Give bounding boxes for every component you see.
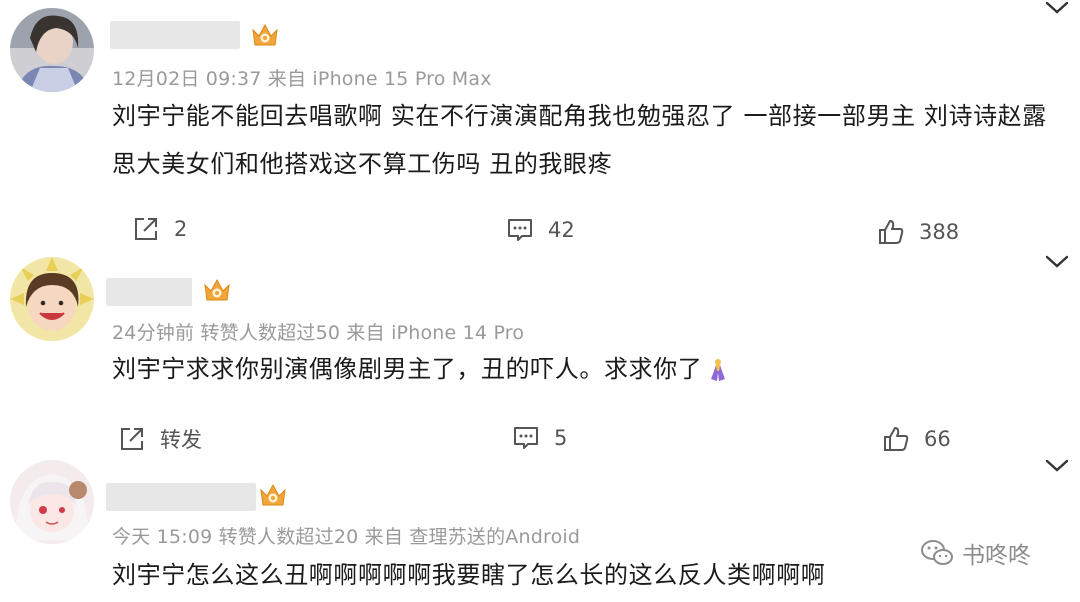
- like-button[interactable]: 388: [877, 218, 959, 246]
- comment-text-line: 刘宇宁怎么这么丑啊啊啊啊啊我要瞎了怎么长的这么反人类啊啊啊: [112, 561, 826, 589]
- like-icon: [884, 427, 909, 451]
- crown-badge-icon: [252, 23, 278, 46]
- username-redacted[interactable]: [106, 278, 192, 306]
- username-redacted[interactable]: [106, 483, 256, 511]
- chevron-down-icon[interactable]: [1044, 254, 1070, 270]
- comment-text: 刘宇宁怎么这么丑啊啊啊啊啊我要瞎了怎么长的这么反人类啊啊啊: [112, 553, 872, 597]
- crown-badge-icon: [260, 483, 286, 506]
- comment-meta: 12月02日 09:37 来自 iPhone 15 Pro Max: [112, 68, 492, 90]
- like-count: 66: [924, 427, 951, 451]
- watermark-label: 书咚咚: [962, 543, 1031, 569]
- comment-count: 42: [548, 218, 575, 242]
- chevron-down-icon[interactable]: [1044, 0, 1070, 16]
- comment-item: 今天 15:09 转赞人数超过20 来自 查理苏送的Android 刘宇宁怎么这…: [0, 452, 1080, 602]
- avatar[interactable]: [10, 257, 94, 341]
- like-button[interactable]: 66: [882, 425, 951, 453]
- share-icon: [135, 218, 157, 240]
- comment-item: 24分钟前 转赞人数超过50 来自 iPhone 14 Pro 刘宇宁求求你别演…: [0, 250, 1080, 460]
- share-icon: [121, 428, 143, 450]
- wechat-icon: [921, 540, 953, 565]
- comment-button[interactable]: 42: [506, 217, 575, 243]
- crown-badge-icon: [204, 278, 230, 301]
- comment-item: 12月02日 09:37 来自 iPhone 15 Pro Max 刘宇宁能不能…: [0, 0, 1080, 250]
- comment-text-line: 思大美女们和他搭戏这不算工伤吗 丑的我眼疼: [112, 150, 613, 178]
- share-count: 2: [174, 217, 188, 241]
- comment-meta: 24分钟前 转赞人数超过50 来自 iPhone 14 Pro: [112, 322, 525, 344]
- comment-text: 刘宇宁能不能回去唱歌啊 实在不行演演配角我也勉强忍了 一部接一部男主 刘诗诗赵露…: [112, 94, 1062, 186]
- comment-text-line: 刘宇宁能不能回去唱歌啊 实在不行演演配角我也勉强忍了 一部接一部男主 刘诗诗赵露: [112, 102, 1047, 130]
- chevron-down-icon[interactable]: [1044, 458, 1070, 474]
- avatar[interactable]: [10, 460, 94, 544]
- avatar[interactable]: [10, 8, 94, 92]
- share-button[interactable]: 2: [132, 215, 187, 243]
- pray-emoji: [711, 359, 726, 381]
- like-count: 388: [919, 220, 960, 244]
- username-redacted[interactable]: [110, 21, 240, 49]
- share-button[interactable]: 转发: [118, 424, 202, 454]
- comment-text: 刘宇宁求求你别演偶像剧男主了，丑的吓人。求求你了: [112, 347, 1062, 391]
- comment-icon: [508, 219, 532, 241]
- comment-text-line: 刘宇宁求求你别演偶像剧男主了，丑的吓人。求求你了: [112, 355, 703, 383]
- comment-icon: [514, 427, 538, 449]
- like-icon: [879, 220, 904, 244]
- share-label: 转发: [160, 428, 202, 452]
- comment-count: 5: [554, 426, 568, 450]
- comment-button[interactable]: 5: [512, 425, 567, 451]
- watermark: 书咚咚: [920, 536, 1031, 570]
- comment-meta: 今天 15:09 转赞人数超过20 来自 查理苏送的Android: [112, 526, 581, 548]
